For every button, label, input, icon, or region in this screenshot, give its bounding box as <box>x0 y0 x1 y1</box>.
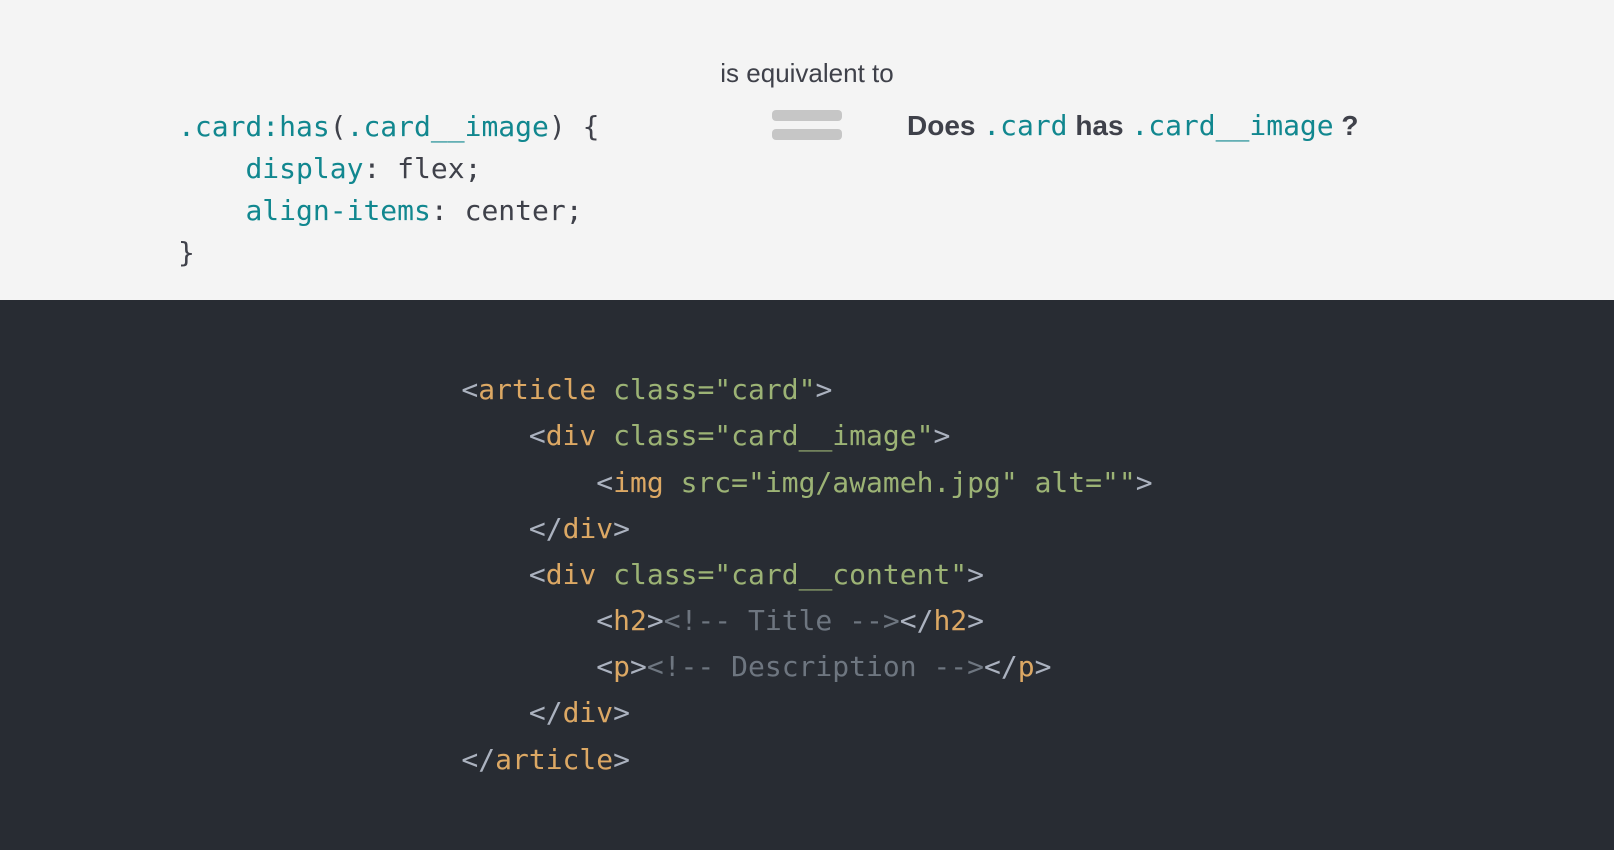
l5-lt: < <box>529 558 546 591</box>
css-paren-open: ( <box>330 110 347 143</box>
l5-tag: div <box>546 558 597 591</box>
l1-gt: > <box>815 373 832 406</box>
l7-tag: p <box>613 650 630 683</box>
css-val-center: : center; <box>431 194 583 227</box>
l4-lt: </ <box>529 512 563 545</box>
l3-altval: ="" <box>1085 466 1136 499</box>
css-pseudo-has: :has <box>262 110 329 143</box>
l6-tag: h2 <box>613 604 647 637</box>
l3-srcval: ="img/awameh.jpg" <box>731 466 1018 499</box>
l1-tag: article <box>478 373 596 406</box>
l6-gt: > <box>647 604 664 637</box>
l6-gt2: > <box>967 604 984 637</box>
l2-sp <box>596 419 613 452</box>
equals-icon <box>772 110 842 140</box>
l9-tag: article <box>495 743 613 776</box>
l1-lt: < <box>461 373 478 406</box>
question-has: has <box>1068 110 1132 141</box>
css-paren-close: ) <box>549 110 566 143</box>
l6-cmt: <!-- Title --> <box>664 604 900 637</box>
l7-cmt: <!-- Description --> <box>647 650 984 683</box>
l9-gt: > <box>613 743 630 776</box>
question-cardimage: .card__image <box>1131 109 1333 142</box>
l5-attr: class <box>613 558 697 591</box>
l3-alt: alt <box>1035 466 1086 499</box>
top-panel: is equivalent to .card:has(.card__image)… <box>0 0 1614 300</box>
l3-sp2 <box>1018 466 1035 499</box>
l2-lt: < <box>529 419 546 452</box>
l3-lt: < <box>596 466 613 499</box>
l2-gt: > <box>933 419 950 452</box>
l1-attr: class <box>613 373 697 406</box>
l7-gt2: > <box>1035 650 1052 683</box>
l2-attr: class <box>613 419 697 452</box>
l7-gt: > <box>630 650 647 683</box>
l2-tag: div <box>546 419 597 452</box>
l6-tag2: h2 <box>933 604 967 637</box>
css-code-block: .card:has(.card__image) { display: flex;… <box>178 106 599 274</box>
l5-str: ="card__content" <box>697 558 967 591</box>
l7-lt: < <box>596 650 613 683</box>
l6-lt: < <box>596 604 613 637</box>
l6-lt2: </ <box>900 604 934 637</box>
l1-sp <box>596 373 613 406</box>
l5-gt: > <box>967 558 984 591</box>
css-brace-open: { <box>566 110 600 143</box>
css-brace-close: } <box>178 236 195 269</box>
l3-gt: > <box>1136 466 1153 499</box>
css-prop-display: display <box>245 152 363 185</box>
l8-lt: </ <box>529 696 563 729</box>
bottom-panel: <article class="card"> <div class="card_… <box>0 300 1614 850</box>
l5-sp <box>596 558 613 591</box>
equivalent-label: is equivalent to <box>720 58 893 89</box>
l3-tag: img <box>613 466 664 499</box>
l7-tag2: p <box>1018 650 1035 683</box>
l4-tag: div <box>563 512 614 545</box>
css-val-flex: : flex; <box>363 152 481 185</box>
html-code-block: <article class="card"> <div class="card_… <box>461 367 1152 783</box>
l7-lt2: </ <box>984 650 1018 683</box>
css-selector-card: .card <box>178 110 262 143</box>
l2-str: ="card__image" <box>697 419 933 452</box>
l8-gt: > <box>613 696 630 729</box>
l1-str: ="card" <box>697 373 815 406</box>
css-selector-cardimage: .card__image <box>347 110 549 143</box>
l9-lt: </ <box>461 743 495 776</box>
l8-tag: div <box>563 696 614 729</box>
question-text: Does .card has .card__image ? <box>907 109 1359 142</box>
question-mark: ? <box>1334 110 1359 141</box>
css-prop-align-items: align-items <box>245 194 430 227</box>
l3-src: src <box>681 466 732 499</box>
l4-gt: > <box>613 512 630 545</box>
question-card: .card <box>983 109 1067 142</box>
l3-sp <box>664 466 681 499</box>
question-does: Does <box>907 110 983 141</box>
